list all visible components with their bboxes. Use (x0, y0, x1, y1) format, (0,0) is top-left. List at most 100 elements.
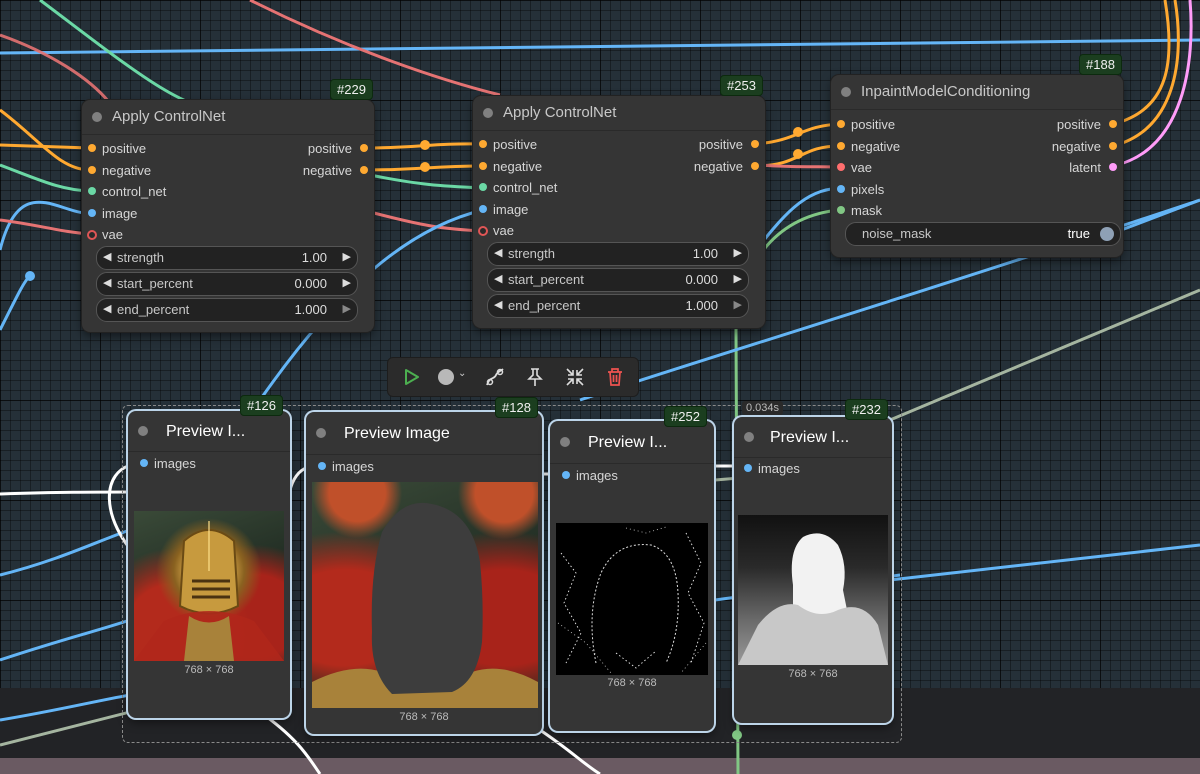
node-preview-image-128[interactable]: Preview Image images 768 × 768 (306, 412, 542, 734)
output-dot-icon[interactable] (1109, 120, 1117, 128)
node-title-bar[interactable]: InpaintModelConditioning (831, 75, 1123, 110)
input-control-net: control_net (493, 180, 558, 195)
image-size-label: 768 × 768 (184, 664, 234, 676)
widget-strength[interactable]: ◀ strength 1.00 ▶ (487, 242, 749, 266)
widget-value: 1.000 (294, 302, 327, 317)
increment-arrow-icon[interactable]: ▶ (343, 276, 351, 289)
widget-start-percent[interactable]: ◀ start_percent 0.000 ▶ (96, 272, 358, 296)
input-ring-icon[interactable] (478, 226, 488, 236)
input-dot-icon[interactable] (140, 459, 148, 467)
input-pixels: pixels (851, 182, 885, 197)
node-id-badge: #126 (240, 395, 283, 416)
input-dot-icon[interactable] (837, 185, 845, 193)
input-negative: negative (851, 139, 901, 154)
widget-value: 0.000 (294, 276, 327, 291)
collapse-dot-icon[interactable] (316, 428, 326, 438)
increment-arrow-icon[interactable]: ▶ (734, 246, 742, 259)
increment-arrow-icon[interactable]: ▶ (734, 272, 742, 285)
execution-time-label: 0.034s (742, 401, 784, 415)
canvas-bottom-strip (0, 758, 1200, 774)
preview-image-depth-map (738, 515, 888, 665)
input-dot-icon[interactable] (837, 163, 845, 171)
wire-left-blue-2 (0, 618, 131, 662)
node-title-bar[interactable]: Preview I... (550, 421, 714, 464)
output-negative: negative (302, 163, 352, 178)
toggle-knob-icon[interactable] (1100, 227, 1114, 241)
bypass-icon[interactable] (484, 366, 506, 388)
decrement-arrow-icon[interactable]: ◀ (103, 276, 111, 289)
collapse-dot-icon[interactable] (483, 108, 493, 118)
input-dot-icon[interactable] (837, 206, 845, 214)
input-dot-icon[interactable] (88, 209, 96, 217)
node-title-bar[interactable]: Apply ControlNet (473, 96, 765, 131)
node-preview-image-252[interactable]: Preview I... images 768 × 768 (550, 421, 714, 731)
output-dot-icon[interactable] (751, 162, 759, 170)
widget-strength[interactable]: ◀ strength 1.00 ▶ (96, 246, 358, 270)
pin-icon[interactable] (524, 366, 546, 388)
input-positive: positive (851, 117, 896, 132)
input-dot-icon[interactable] (88, 144, 96, 152)
collapse-dot-icon[interactable] (744, 432, 754, 442)
node-preview-image-126[interactable]: Preview I... images 768 × 768 (128, 411, 290, 718)
node-title-bar[interactable]: Apply ControlNet (82, 100, 374, 135)
collapse-dot-icon[interactable] (841, 87, 851, 97)
wire-img-in-229 (0, 200, 91, 251)
delete-icon[interactable] (604, 366, 626, 388)
output-dot-icon[interactable] (751, 140, 759, 148)
node-preview-image-232[interactable]: Preview I... images 768 × 768 (734, 417, 892, 723)
input-dot-icon[interactable] (837, 142, 845, 150)
input-dot-icon[interactable] (479, 140, 487, 148)
increment-arrow-icon[interactable]: ▶ (343, 302, 351, 315)
decrement-arrow-icon[interactable]: ◀ (494, 298, 502, 311)
input-dot-icon[interactable] (318, 462, 326, 470)
widget-label: end_percent (117, 302, 190, 317)
input-dot-icon[interactable] (479, 162, 487, 170)
widget-noise-mask-toggle[interactable]: noise_mask true (845, 222, 1121, 246)
play-icon[interactable] (400, 366, 422, 388)
node-inpaint-model-conditioning-188[interactable]: InpaintModelConditioning positive negati… (831, 75, 1123, 257)
input-dot-icon[interactable] (837, 120, 845, 128)
wire-cn-in-253 (369, 173, 484, 190)
output-dot-icon[interactable] (360, 144, 368, 152)
decrement-arrow-icon[interactable]: ◀ (103, 302, 111, 315)
node-title-bar[interactable]: Preview Image (306, 412, 542, 455)
input-ring-icon[interactable] (87, 230, 97, 240)
increment-arrow-icon[interactable]: ▶ (343, 250, 351, 263)
decrement-arrow-icon[interactable]: ◀ (494, 246, 502, 259)
node-id-badge: #232 (845, 399, 888, 420)
collapse-dot-icon[interactable] (92, 112, 102, 122)
fit-icon[interactable] (564, 366, 586, 388)
widget-end-percent[interactable]: ◀ end_percent 1.000 ▶ (96, 298, 358, 322)
increment-arrow-icon[interactable]: ▶ (734, 298, 742, 311)
collapse-dot-icon[interactable] (138, 426, 148, 436)
widget-label: strength (508, 246, 555, 261)
wire-neg-in-229 (0, 108, 91, 172)
collapse-dot-icon[interactable] (560, 437, 570, 447)
selection-toolbar: ⌄ (387, 357, 639, 397)
node-apply-controlnet-253[interactable]: Apply ControlNet positive negative contr… (473, 96, 765, 328)
widget-label: start_percent (508, 272, 584, 287)
input-dot-icon[interactable] (479, 205, 487, 213)
node-title-bar[interactable]: Preview I... (128, 411, 290, 452)
input-images: images (154, 456, 196, 471)
input-dot-icon[interactable] (88, 187, 96, 195)
decrement-arrow-icon[interactable]: ◀ (494, 272, 502, 285)
wire-188-latent-out (1112, 0, 1193, 168)
input-dot-icon[interactable] (479, 183, 487, 191)
widget-value: 0.000 (685, 272, 718, 287)
input-dot-icon[interactable] (562, 471, 570, 479)
node-title-bar[interactable]: Preview I... (734, 417, 892, 458)
node-title: Preview I... (166, 423, 246, 440)
widget-end-percent[interactable]: ◀ end_percent 1.000 ▶ (487, 294, 749, 318)
output-dot-icon[interactable] (1109, 142, 1117, 150)
decrement-arrow-icon[interactable]: ◀ (103, 250, 111, 263)
node-apply-controlnet-229[interactable]: Apply ControlNet positive negative contr… (82, 100, 374, 332)
color-picker-icon[interactable]: ⌄ (436, 366, 470, 388)
output-dot-icon[interactable] (1109, 163, 1117, 171)
input-dot-icon[interactable] (744, 464, 752, 472)
node-title: InpaintModelConditioning (861, 83, 1031, 100)
image-size-label: 768 × 768 (788, 668, 838, 680)
output-dot-icon[interactable] (360, 166, 368, 174)
input-dot-icon[interactable] (88, 166, 96, 174)
widget-start-percent[interactable]: ◀ start_percent 0.000 ▶ (487, 268, 749, 292)
